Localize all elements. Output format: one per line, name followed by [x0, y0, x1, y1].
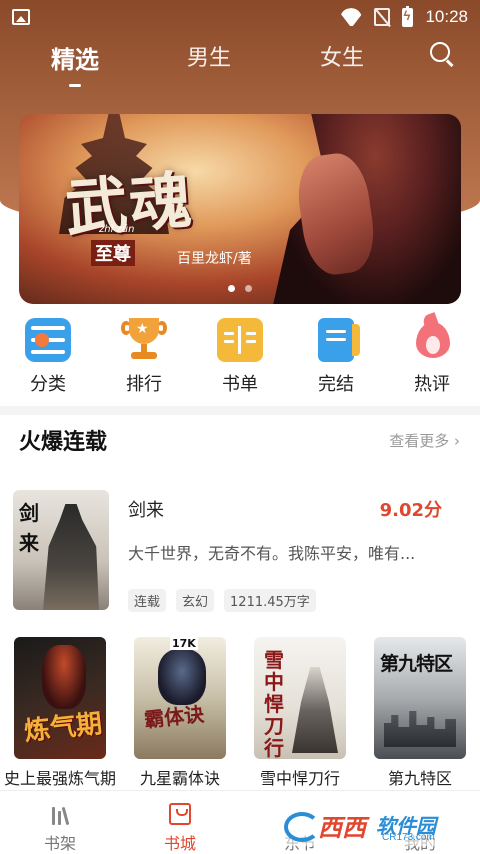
- category-label: 书单: [222, 374, 258, 395]
- gallery-notification-icon: [12, 9, 30, 25]
- category-label: 热评: [414, 374, 450, 395]
- book-score: 9.02分: [379, 500, 442, 521]
- status-time: 10:28: [425, 7, 468, 26]
- tab-female[interactable]: 女生: [320, 40, 364, 72]
- banner-dot[interactable]: [245, 285, 252, 292]
- category-ranking[interactable]: ★ 排行: [96, 318, 192, 398]
- featured-book[interactable]: 剑来 剑来 9.02分 大千世界，无奇不有。我陈平安，唯有... 连载 玄幻 1…: [13, 490, 468, 612]
- chevron-right-icon: ›: [454, 432, 460, 450]
- category-label: 排行: [126, 374, 162, 395]
- closed-book-icon: [318, 318, 360, 362]
- shopping-bag-icon: [169, 803, 191, 825]
- book-title: 史上最强炼气期: [3, 769, 116, 788]
- book-cover[interactable]: 炼气期: [14, 637, 106, 759]
- genre-tag: 玄幻: [176, 589, 215, 612]
- wifi-icon: [340, 8, 362, 26]
- section-title: 火爆连载: [19, 430, 108, 455]
- category-label: 分类: [30, 374, 66, 395]
- banner-subtitle: 至尊: [91, 240, 135, 266]
- banner-pinyin: zhì zūn: [99, 224, 135, 235]
- book-title: 雪中悍刀行: [259, 769, 340, 788]
- book-tags: 连载 玄幻 1211.45万字: [128, 589, 316, 612]
- book-title: 第九特区: [387, 769, 452, 788]
- status-tag: 连载: [128, 589, 167, 612]
- cover-title: 剑来: [19, 501, 39, 555]
- battery-charging-icon: [402, 5, 414, 27]
- banner-pagination: [19, 285, 461, 292]
- promo-banner[interactable]: 武魂 zhì zūn 至尊 百里龙虾/著: [19, 114, 461, 304]
- book-title: 九星霸体诀: [139, 769, 220, 788]
- trophy-icon: ★: [121, 318, 167, 362]
- open-book-icon: [217, 318, 263, 362]
- book-cover[interactable]: 17K 霸体诀: [134, 637, 226, 759]
- book-cover[interactable]: 第九特区: [374, 637, 466, 759]
- nav-bookshelf[interactable]: 书架: [0, 791, 120, 854]
- nav-bookstore[interactable]: 书城: [120, 791, 240, 854]
- top-tabs: 精选 男生 女生: [0, 36, 480, 87]
- search-icon[interactable]: [430, 42, 454, 67]
- category-hot-reviews[interactable]: 热评: [384, 318, 480, 398]
- watermark: 西西 软件园 CR173.com: [284, 806, 462, 846]
- flame-icon: [412, 318, 452, 362]
- book-description: 大千世界，无奇不有。我陈平安，唯有...: [128, 544, 416, 563]
- banner-dot[interactable]: [228, 285, 235, 292]
- view-more-link[interactable]: 查看更多 ›: [389, 430, 460, 451]
- book-cover[interactable]: 剑来: [13, 490, 109, 610]
- bookshelf-icon: [49, 803, 71, 826]
- banner-author: 百里龙虾/著: [177, 251, 252, 267]
- category-label: 完结: [318, 374, 354, 395]
- book-cover[interactable]: 雪中悍刀行: [254, 637, 346, 759]
- tab-featured[interactable]: 精选: [51, 40, 99, 87]
- category-booklist[interactable]: 书单: [192, 318, 288, 398]
- tab-male[interactable]: 男生: [187, 40, 231, 72]
- category-classify[interactable]: 分类: [0, 318, 96, 398]
- category-completed[interactable]: 完结: [288, 318, 384, 398]
- list-icon: [25, 318, 71, 362]
- category-shortcuts: 分类 ★ 排行 书单 完结 热评: [0, 318, 480, 398]
- section-divider: [0, 406, 480, 415]
- watermark-logo-icon: [284, 812, 320, 842]
- word-count-tag: 1211.45万字: [224, 589, 316, 612]
- no-signal-icon: [374, 8, 391, 26]
- publisher-logo: 17K: [170, 637, 198, 650]
- status-bar: 10:28: [0, 0, 480, 34]
- book-title: 剑来: [128, 500, 164, 521]
